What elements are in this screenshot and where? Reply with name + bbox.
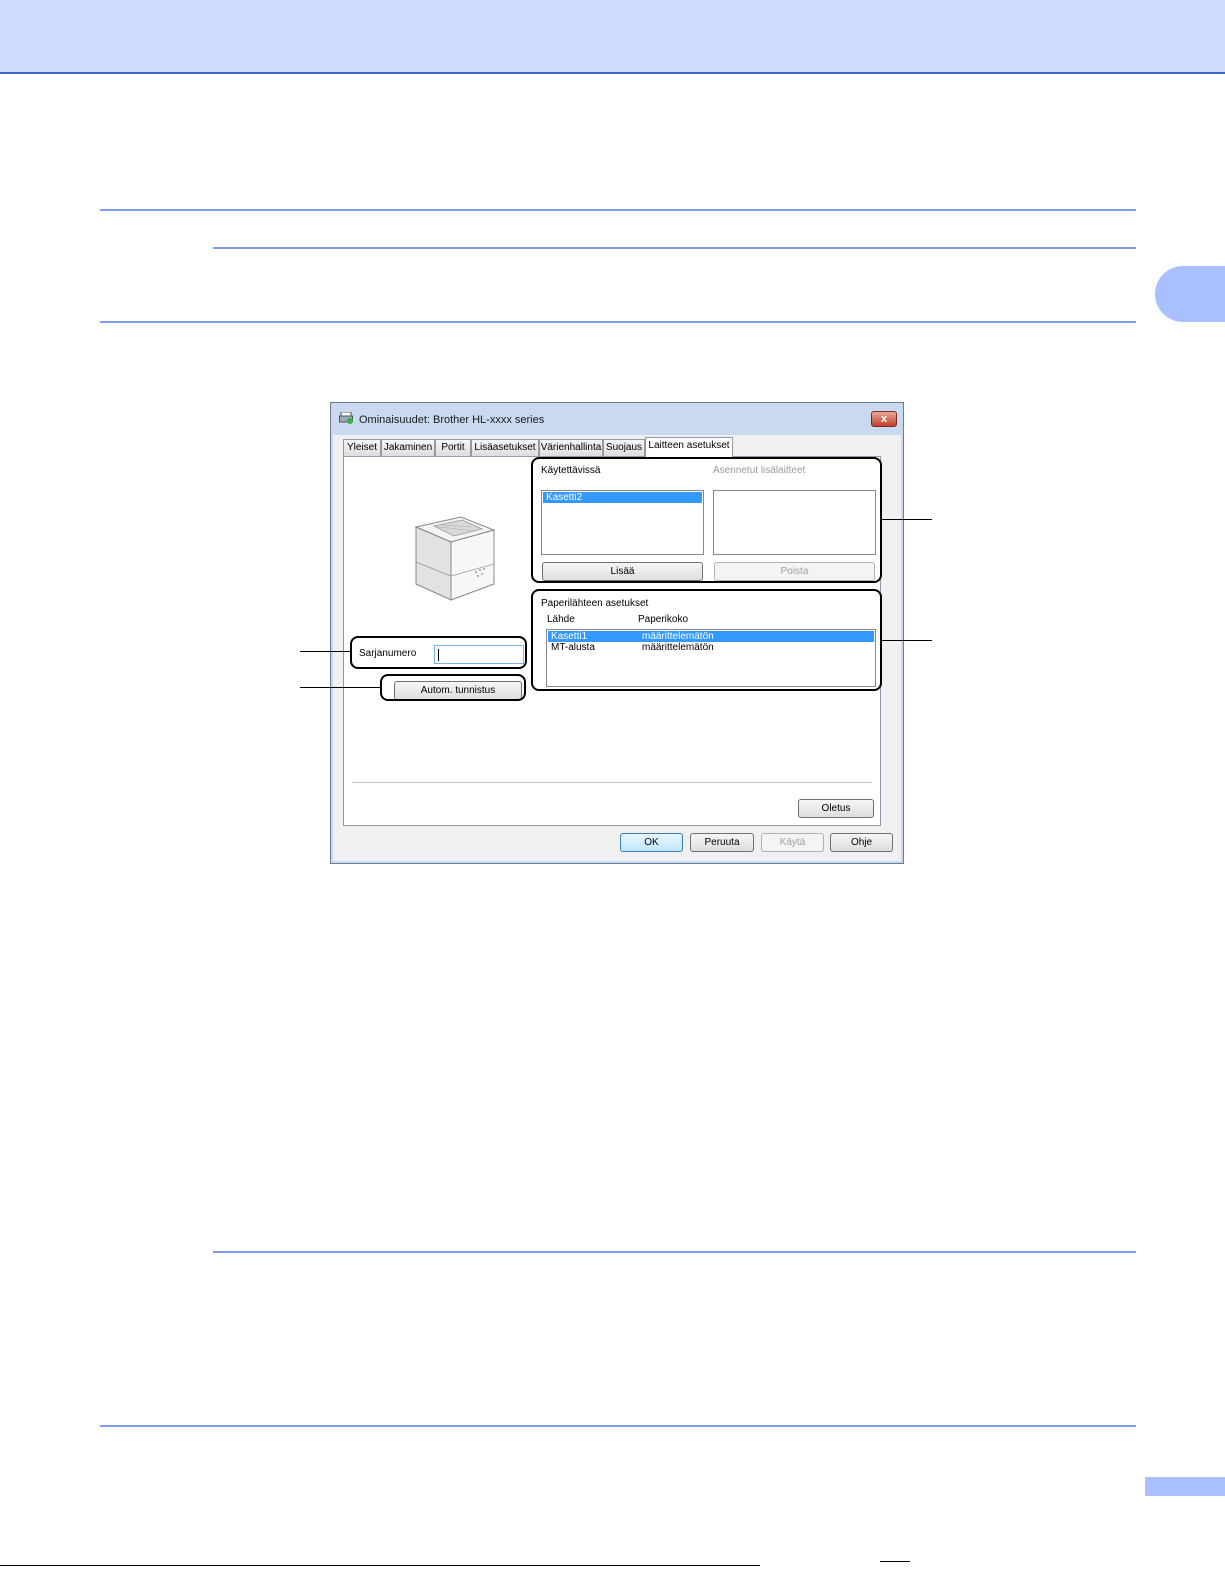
tab-ports[interactable]: Portit [435, 439, 471, 456]
section-rule-inner [213, 247, 1136, 249]
apply-button[interactable]: Käytä [761, 833, 824, 852]
footer-mark [880, 1561, 910, 1566]
leader-line-2 [882, 640, 932, 641]
printer-icon [339, 412, 353, 424]
section-rule-end [100, 1425, 1136, 1427]
title-bar: Ominaisuudet: Brother HL-xxxx series x [331, 403, 903, 435]
printer-illustration [414, 516, 496, 601]
tab-color-management[interactable]: Värienhallinta [539, 439, 603, 456]
dialog-title: Ominaisuudet: Brother HL-xxxx series [359, 414, 545, 426]
help-button[interactable]: Ohje [830, 833, 893, 852]
section-rule-lower [213, 1251, 1136, 1253]
section-rule-top [100, 209, 1136, 211]
page-header-band [0, 0, 1225, 74]
section-rule-bottom [100, 321, 1136, 323]
tab-device-settings[interactable]: Laitteen asetukset [645, 437, 733, 457]
tab-general[interactable]: Yleiset [343, 439, 381, 456]
page-number-tab [1145, 1477, 1225, 1496]
callout-serial-number [350, 636, 527, 669]
callout-available-options [531, 457, 882, 583]
callout-paper-source [531, 589, 882, 691]
leader-line-1 [882, 519, 932, 520]
default-button[interactable]: Oletus [798, 799, 874, 818]
cancel-button[interactable]: Peruuta [690, 833, 754, 852]
leader-line-4 [300, 687, 380, 688]
leader-line-3 [300, 651, 350, 652]
footer-rule [0, 1565, 760, 1566]
tab-security[interactable]: Suojaus [603, 439, 645, 456]
tab-sharing[interactable]: Jakaminen [381, 439, 435, 456]
callout-auto-detect [380, 674, 526, 701]
tab-advanced[interactable]: Lisäasetukset [471, 439, 539, 456]
close-button[interactable]: x [871, 411, 897, 427]
chapter-side-tab [1155, 266, 1225, 322]
panel-separator [352, 782, 872, 783]
ok-button[interactable]: OK [620, 833, 683, 852]
